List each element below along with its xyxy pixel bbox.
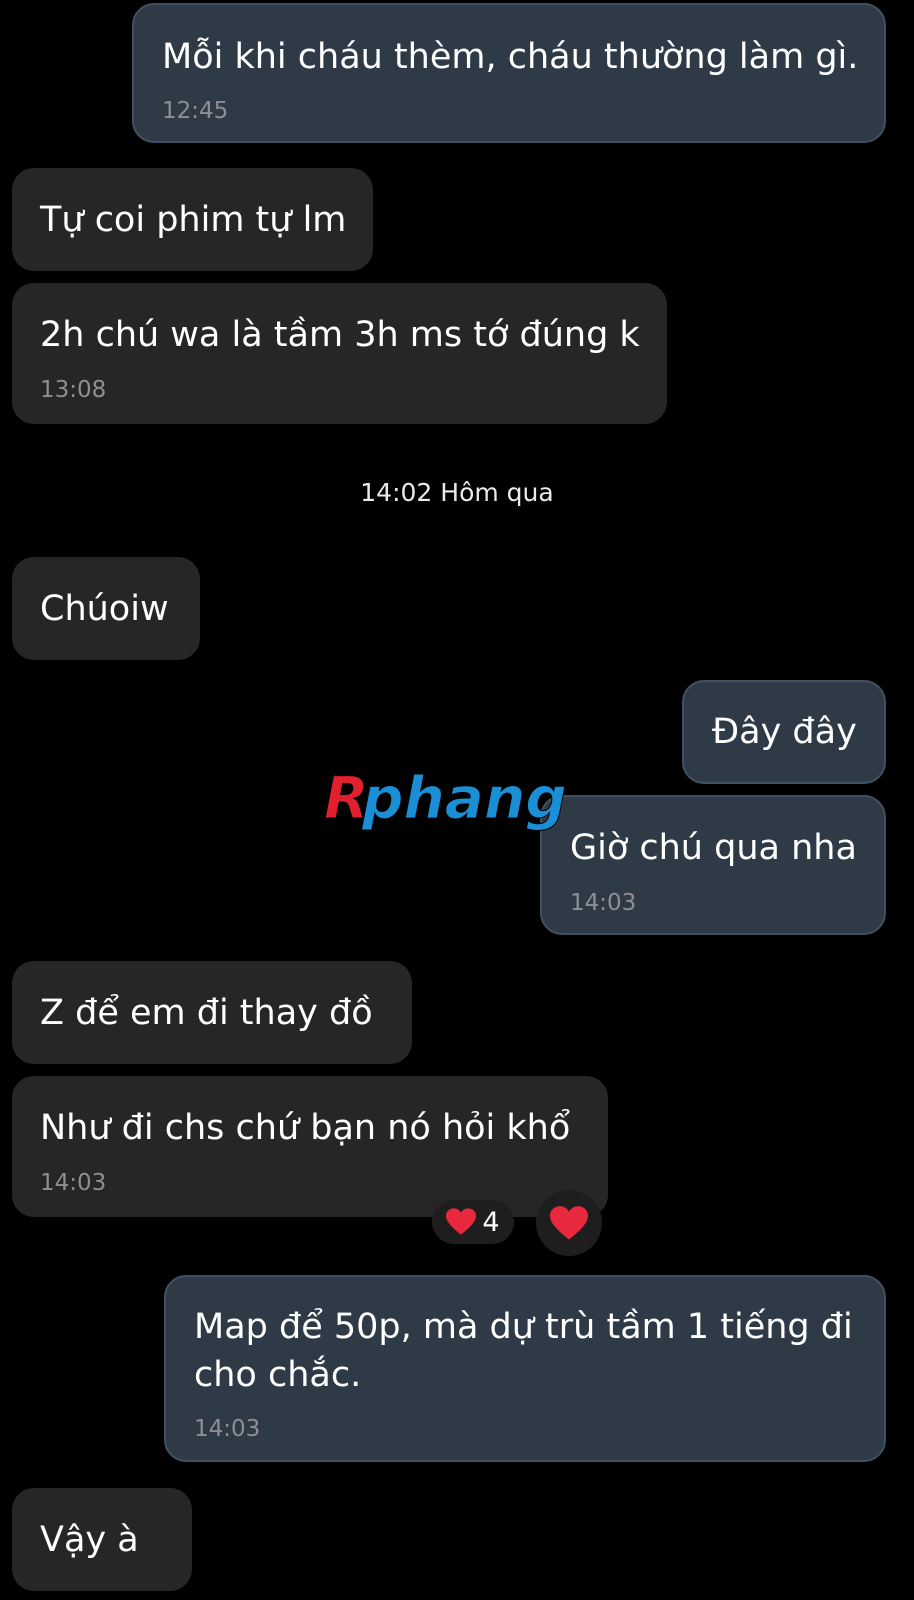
message-text: Map để 50p, mà dự trù tầm 1 tiếng đi cho… — [194, 1307, 853, 1395]
message-text: Giờ chú qua nha — [570, 828, 857, 868]
date-divider: 14:02 Hôm qua — [360, 478, 554, 507]
watermark-letter-r: R — [324, 764, 369, 832]
message-text: Tự coi phim tự lm — [40, 200, 347, 240]
message-bubble-incoming[interactable]: Như đi chs chứ bạn nó hỏi khổ 14:03 — [12, 1076, 608, 1217]
reaction-count: 4 — [482, 1206, 500, 1238]
message-bubble-outgoing[interactable]: Mỗi khi cháu thèm, cháu thường làm gì. 1… — [132, 3, 886, 143]
watermark-logo: R — [324, 764, 370, 833]
message-text: Z để em đi thay đồ — [40, 993, 373, 1033]
message-bubble-incoming[interactable]: Z để em đi thay đồ — [12, 961, 412, 1064]
my-reaction-button[interactable] — [536, 1190, 602, 1256]
message-text: Vậy à — [40, 1520, 139, 1560]
message-text: 2h chú wa là tầm 3h ms tớ đúng k — [40, 315, 640, 355]
message-text: Đây đây — [712, 712, 857, 752]
message-time: 14:03 — [194, 1416, 261, 1442]
message-bubble-incoming[interactable]: Tự coi phim tự lm — [12, 168, 373, 271]
message-bubble-incoming[interactable]: Vậy à — [12, 1488, 192, 1591]
message-text: Mỗi khi cháu thèm, cháu thường làm gì. — [162, 37, 859, 77]
message-bubble-outgoing[interactable]: Đây đây — [682, 680, 886, 784]
message-time: 13:08 — [40, 377, 107, 403]
message-text: Như đi chs chứ bạn nó hỏi khổ — [40, 1108, 571, 1148]
heart-icon — [550, 1205, 588, 1240]
message-text: Chúoiw — [40, 589, 169, 629]
message-time: 14:03 — [40, 1170, 107, 1196]
message-time: 12:45 — [162, 98, 229, 124]
message-bubble-incoming[interactable]: Chúoiw — [12, 557, 200, 660]
message-bubble-outgoing[interactable]: Map để 50p, mà dự trù tầm 1 tiếng đi cho… — [164, 1275, 886, 1462]
message-time: 14:03 — [570, 890, 637, 916]
heart-icon — [446, 1208, 477, 1235]
message-bubble-incoming[interactable]: 2h chú wa là tầm 3h ms tớ đúng k 13:08 — [12, 283, 667, 424]
reaction-pill[interactable]: 4 — [432, 1200, 514, 1244]
